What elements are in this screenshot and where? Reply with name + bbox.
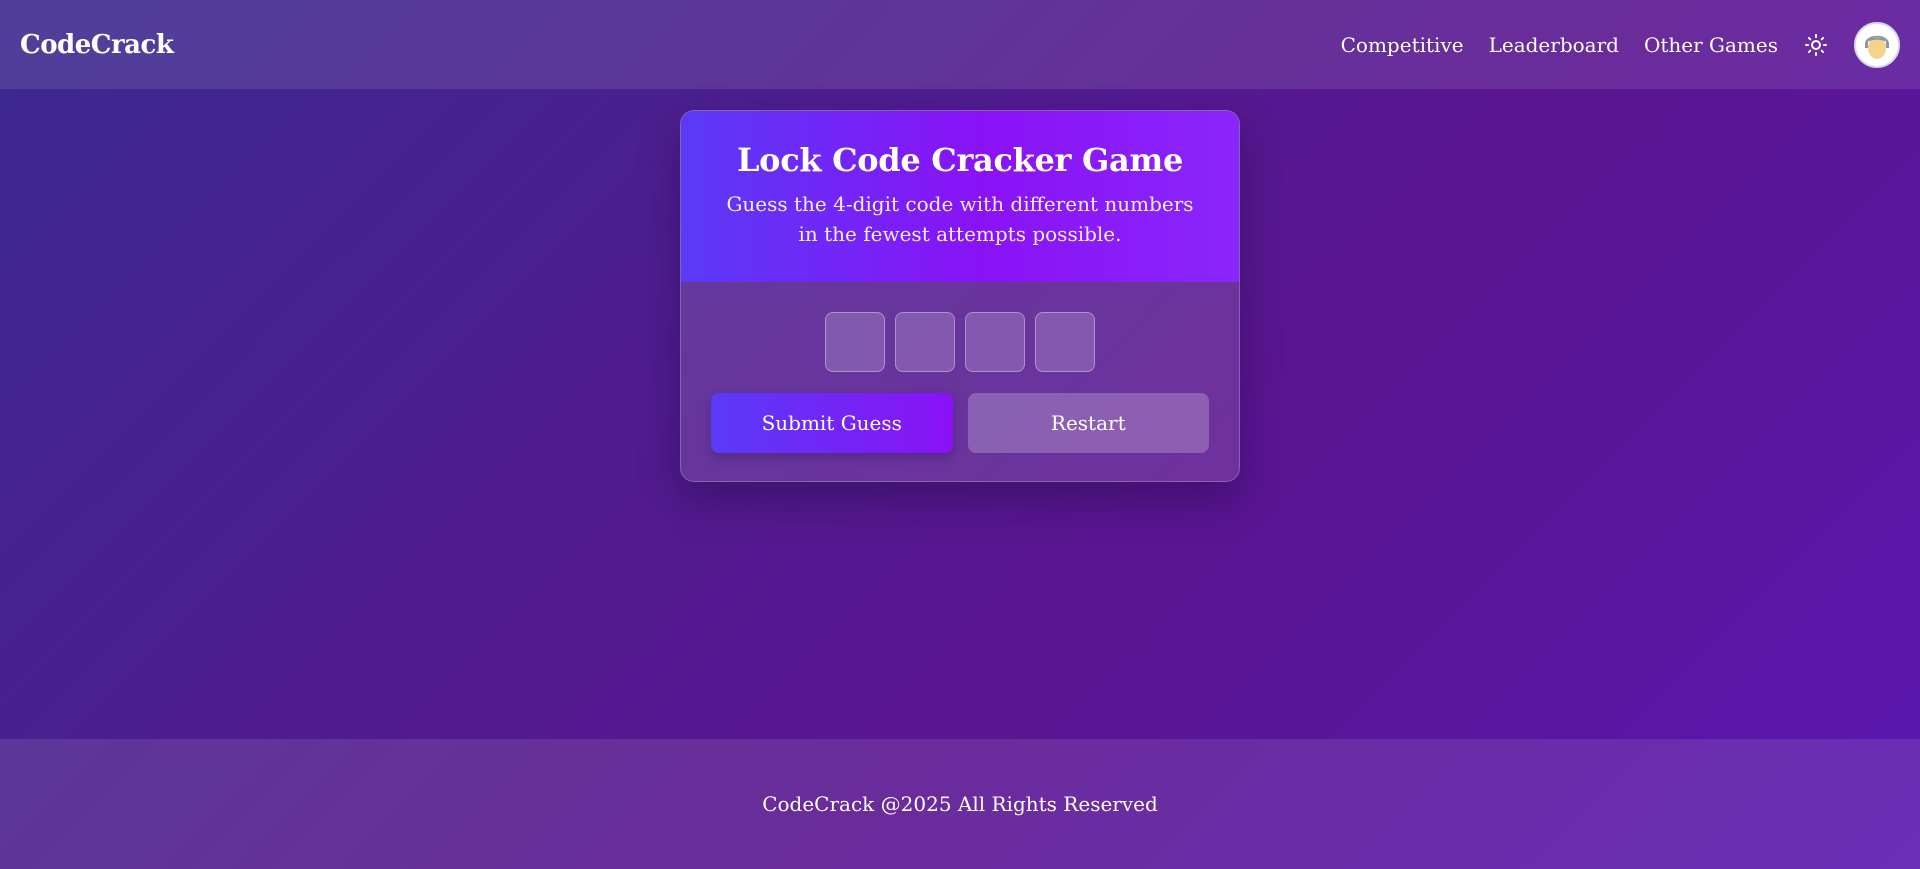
nav-link-competitive[interactable]: Competitive (1341, 33, 1464, 57)
digit-input-3[interactable] (965, 312, 1025, 372)
theme-toggle-button[interactable] (1800, 29, 1832, 61)
user-avatar-icon (1856, 23, 1898, 66)
game-actions: Submit Guess Restart (681, 372, 1239, 453)
restart-button[interactable]: Restart (967, 393, 1209, 453)
sun-icon (1805, 33, 1827, 56)
digit-input-2[interactable] (895, 312, 955, 372)
submit-guess-button[interactable]: Submit Guess (711, 393, 953, 453)
game-card: Lock Code Cracker Game Guess the 4-digit… (680, 110, 1240, 482)
page-footer: CodeCrack @2025 All Rights Reserved (0, 739, 1920, 869)
nav-link-leaderboard[interactable]: Leaderboard (1489, 33, 1619, 57)
nav-link-other-games[interactable]: Other Games (1644, 33, 1778, 57)
footer-copyright: CodeCrack @2025 All Rights Reserved (762, 792, 1158, 816)
user-avatar[interactable] (1854, 21, 1900, 68)
brand-logo[interactable]: CodeCrack (20, 30, 174, 60)
game-card-header: Lock Code Cracker Game Guess the 4-digit… (681, 111, 1239, 282)
digit-input-1[interactable] (825, 312, 885, 372)
top-navbar: CodeCrack Competitive Leaderboard Other … (0, 0, 1920, 89)
game-subtitle: Guess the 4-digit code with different nu… (726, 192, 1194, 246)
digit-input-4[interactable] (1035, 312, 1095, 372)
game-title: Lock Code Cracker Game (736, 141, 1184, 179)
code-digit-inputs (681, 312, 1239, 372)
game-card-body: Submit Guess Restart (681, 282, 1239, 453)
nav-links: Competitive Leaderboard Other Games (1316, 21, 1900, 68)
